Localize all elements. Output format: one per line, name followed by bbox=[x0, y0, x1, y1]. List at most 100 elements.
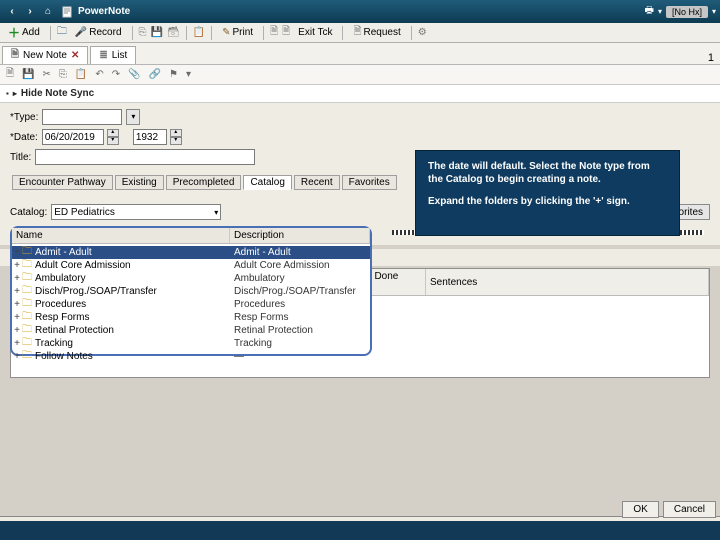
catalog-label: Catalog: bbox=[10, 207, 47, 218]
exit-ticket-button[interactable]: Exit Tck bbox=[294, 27, 336, 38]
tree-row[interactable]: +🗀AmbulatoryAmbulatory bbox=[12, 272, 370, 285]
save-icon[interactable]: 💾 bbox=[151, 27, 163, 38]
archive-icon[interactable]: 🗃 bbox=[167, 27, 180, 38]
doc-icon[interactable]: 🗎 bbox=[270, 24, 278, 41]
tree-row[interactable]: +🗀Retinal ProtectionRetinal Protection bbox=[12, 324, 370, 337]
separator bbox=[50, 26, 51, 40]
expand-plus-icon[interactable]: + bbox=[12, 312, 22, 323]
dialog-buttons: OK Cancel bbox=[622, 501, 716, 518]
collapse-icon[interactable]: ▪ bbox=[6, 89, 9, 98]
record-button[interactable]: 🎤Record bbox=[71, 27, 126, 38]
clipboard-icon[interactable]: 📋 bbox=[193, 27, 205, 38]
tree-row[interactable]: +🗀ProceduresProcedures bbox=[12, 298, 370, 311]
chevron-down-icon[interactable]: ▾ bbox=[658, 7, 662, 16]
tab-list[interactable]: ≣ List bbox=[90, 46, 136, 64]
forward-icon[interactable]: › bbox=[22, 4, 38, 20]
help-callout: The date will default. Select the Note t… bbox=[415, 150, 680, 236]
col-sentences[interactable]: Sentences bbox=[426, 269, 709, 295]
date-stepper[interactable]: ▴▾ bbox=[107, 129, 119, 145]
list-icon: ≣ bbox=[99, 50, 107, 61]
note-undo-icon[interactable]: ↶ bbox=[95, 69, 103, 80]
expand-plus-icon[interactable]: + bbox=[12, 286, 22, 297]
expand-plus-icon[interactable]: + bbox=[12, 338, 22, 349]
note-attach-icon[interactable]: 📎 bbox=[128, 69, 140, 80]
tree-name: Tracking bbox=[34, 338, 230, 349]
back-icon[interactable]: ‹ bbox=[4, 4, 20, 20]
expand-plus-icon[interactable]: + bbox=[12, 325, 22, 336]
tab-precompleted[interactable]: Precompleted bbox=[166, 175, 242, 190]
expand-plus-icon[interactable]: + bbox=[12, 351, 22, 362]
tree-row[interactable]: +🗀Disch/Prog./SOAP/TransferDisch/Prog./S… bbox=[12, 285, 370, 298]
title-label: Title: bbox=[10, 152, 31, 163]
app-title: PowerNote bbox=[62, 6, 130, 18]
tree-row[interactable]: +🗀Resp FormsResp Forms bbox=[12, 311, 370, 324]
add-label: Add bbox=[22, 27, 40, 38]
expand-icon[interactable]: ▸ bbox=[13, 89, 17, 98]
note-down-icon[interactable]: ▾ bbox=[186, 69, 191, 80]
tree-name: Resp Forms bbox=[34, 312, 230, 323]
request-icon: 🗎 bbox=[353, 24, 361, 41]
request-label: Request bbox=[364, 27, 401, 38]
note-cut-icon[interactable]: ✂ bbox=[43, 69, 51, 80]
date-label: Date: bbox=[10, 132, 38, 143]
tab-existing[interactable]: Existing bbox=[115, 175, 164, 190]
dropdown-caret-icon[interactable]: ▾ bbox=[712, 7, 716, 16]
folder-icon[interactable]: 🗀 bbox=[57, 24, 67, 41]
app-name-label: PowerNote bbox=[78, 6, 130, 17]
close-tab-icon[interactable]: ✕ bbox=[71, 50, 79, 61]
time-stepper[interactable]: ▴▾ bbox=[170, 129, 182, 145]
expand-plus-icon[interactable]: + bbox=[12, 273, 22, 284]
note-redo-icon[interactable]: ↷ bbox=[112, 69, 120, 80]
print-icon[interactable]: 🖶 bbox=[645, 3, 654, 20]
request-button[interactable]: 🗎Request bbox=[349, 24, 404, 41]
home-icon[interactable]: ⌂ bbox=[40, 4, 56, 20]
type-dropdown-icon[interactable]: ▾ bbox=[126, 109, 140, 125]
expand-plus-icon[interactable]: + bbox=[12, 247, 22, 258]
tab-favorites[interactable]: Favorites bbox=[342, 175, 397, 190]
separator bbox=[186, 26, 187, 40]
note-link-icon[interactable]: 🔗 bbox=[149, 69, 161, 80]
catalog-select[interactable]: ED Pediatrics ▾ bbox=[51, 204, 221, 220]
section-bar[interactable]: ▪ ▸ Hide Note Sync bbox=[0, 85, 720, 103]
tree-header-desc[interactable]: Description bbox=[230, 228, 370, 243]
expand-plus-icon[interactable]: + bbox=[12, 260, 22, 271]
tree-name: Retinal Protection bbox=[34, 325, 230, 336]
time-field[interactable] bbox=[133, 129, 167, 145]
note-flag-icon[interactable]: ⚑ bbox=[169, 69, 178, 80]
title-field[interactable] bbox=[35, 149, 255, 165]
tree-row[interactable]: +🗀Follow Notes— bbox=[12, 350, 370, 363]
tree-name: Adult Core Admission bbox=[34, 260, 230, 271]
type-field[interactable] bbox=[42, 109, 122, 125]
tab-new-note[interactable]: 🗎 New Note ✕ bbox=[2, 46, 88, 64]
add-button[interactable]: ＋Add bbox=[4, 24, 44, 41]
date-field[interactable] bbox=[42, 129, 104, 145]
tab-catalog[interactable]: Catalog bbox=[243, 175, 291, 190]
tree-desc: Disch/Prog./SOAP/Transfer bbox=[230, 286, 370, 297]
ok-button[interactable]: OK bbox=[622, 501, 658, 518]
tree-header-name[interactable]: Name bbox=[12, 228, 230, 243]
no-hx-tab[interactable]: [No Hx] bbox=[666, 6, 708, 18]
new-note-icon: 🗎 bbox=[11, 47, 19, 64]
note-save-icon[interactable]: 💾 bbox=[22, 69, 34, 80]
tree-body[interactable]: +🗀Admit - AdultAdmit - Adult +🗀Adult Cor… bbox=[12, 244, 370, 365]
print-button[interactable]: ✎Print bbox=[218, 27, 257, 38]
note-paste-icon[interactable]: 📋 bbox=[75, 69, 87, 80]
expand-plus-icon[interactable]: + bbox=[12, 299, 22, 310]
doc-tabstrip: 🗎 New Note ✕ ≣ List 1 bbox=[0, 43, 720, 65]
gear-icon[interactable]: ⚙ bbox=[418, 27, 427, 38]
tree-row[interactable]: +🗀Admit - AdultAdmit - Adult bbox=[12, 246, 370, 259]
catalog-tree: Name Description +🗀Admit - AdultAdmit - … bbox=[10, 226, 372, 356]
title-bar: ‹ › ⌂ PowerNote 🖶 ▾ [No Hx] ▾ bbox=[0, 0, 720, 23]
tree-row[interactable]: +🗀Adult Core AdmissionAdult Core Admissi… bbox=[12, 259, 370, 272]
main-toolbar: ＋Add 🗀 🎤Record ⎘ 💾 🗃 📋 ✎Print 🗎 🗎 Exit T… bbox=[0, 23, 720, 43]
copy-icon[interactable]: ⎘ bbox=[139, 27, 147, 38]
tree-row[interactable]: +🗀TrackingTracking bbox=[12, 337, 370, 350]
tab-encounter-pathway[interactable]: Encounter Pathway bbox=[12, 175, 113, 190]
doc2-icon[interactable]: 🗎 bbox=[282, 24, 290, 41]
list-label: List bbox=[112, 50, 128, 61]
tab-recent[interactable]: Recent bbox=[294, 175, 340, 190]
tree-desc: Ambulatory bbox=[230, 273, 370, 284]
note-new-icon[interactable]: 🗎 bbox=[6, 66, 14, 83]
cancel-button[interactable]: Cancel bbox=[663, 501, 716, 518]
note-copy-icon[interactable]: ⎘ bbox=[59, 69, 67, 80]
